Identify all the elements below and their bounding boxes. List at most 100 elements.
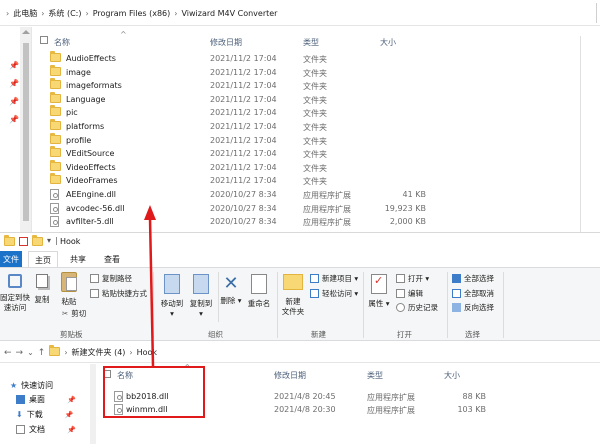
file-row[interactable]: profile 2021/11/2 17:04 文件夹 — [40, 132, 440, 149]
new-item-icon — [310, 274, 319, 283]
rename-icon — [251, 274, 267, 294]
file-row[interactable]: image 2021/11/2 17:04 文件夹 — [40, 64, 440, 81]
paste-shortcut-button[interactable]: 粘贴快捷方式 — [90, 288, 147, 299]
column-size[interactable]: 大小 — [444, 370, 460, 381]
easy-access-icon — [310, 289, 319, 298]
file-name: avfilter-5.dll — [66, 217, 114, 227]
edit-button[interactable]: 编辑 — [396, 288, 423, 299]
file-row[interactable]: AudioEffects 2021/11/2 17:04 文件夹 — [40, 51, 440, 67]
up-arrow-icon[interactable]: ↑ — [38, 348, 46, 358]
properties-button[interactable]: 属性 ▾ — [366, 274, 392, 309]
copy-to-icon — [193, 274, 209, 294]
divider — [580, 36, 581, 232]
file-name: AudioEffects — [66, 54, 116, 63]
column-date[interactable]: 修改日期 — [274, 370, 306, 381]
file-row[interactable]: winmm.dll 2021/4/8 20:30 应用程序扩展 103 KB — [0, 404, 600, 418]
new-item-label: 新建项目 ▾ — [322, 274, 359, 283]
nav-quick-access[interactable]: ★ 快速访问 — [10, 380, 53, 391]
nav-documents[interactable]: 文档 📌 — [16, 424, 76, 435]
file-row[interactable]: VideoEffects 2021/11/2 17:04 文件夹 — [40, 159, 440, 176]
file-row[interactable]: avfilter-5.dll 2020/10/27 8:34 应用程序扩展 2,000… — [40, 216, 440, 230]
invert-selection-button[interactable]: 反向选择 — [452, 302, 494, 313]
breadcrumb-program-files[interactable]: Program Files (x86) — [93, 9, 171, 18]
file-name: VideoFrames — [66, 176, 118, 186]
file-row[interactable]: VideoFrames 2021/11/2 17:04 文件夹 — [40, 173, 440, 189]
tab-home[interactable]: 主页 — [28, 251, 58, 267]
easy-access-button[interactable]: 轻松访问 ▾ — [310, 288, 358, 299]
quick-access-dropdown-icon[interactable]: ▾ — [47, 236, 51, 245]
breadcrumb-new-folder[interactable]: 新建文件夹 (4) — [72, 347, 126, 358]
file-row[interactable]: pic 2021/11/2 17:04 文件夹 — [40, 105, 440, 121]
pin-quick-access-label: 固定到快 速访问 — [0, 293, 30, 312]
delete-x-icon: ✕ — [223, 273, 239, 294]
file-row[interactable]: platforms 2021/11/2 17:04 文件夹 — [40, 119, 440, 135]
file-row[interactable]: imageformats 2021/11/2 17:04 文件夹 — [40, 78, 440, 94]
address-bar[interactable]: ← → ⌄ ↑ › 新建文件夹 (4) › Hook — [0, 341, 600, 363]
address-bar[interactable]: › 此电脑 › 系统 (C:) › Program Files (x86) › … — [0, 0, 600, 26]
folder-icon — [50, 173, 61, 186]
breadcrumb-viwizard[interactable]: Viwizard M4V Converter — [181, 9, 277, 18]
history-button[interactable]: 历史记录 — [396, 302, 438, 313]
invert-selection-icon — [452, 303, 461, 312]
tab-share[interactable]: 共享 — [66, 251, 90, 267]
address-bar-edge — [596, 3, 600, 23]
file-type: 文件夹 — [303, 109, 327, 119]
tab-view[interactable]: 查看 — [100, 251, 124, 267]
chevron-right-icon: › — [85, 9, 89, 18]
file-date: 2021/11/2 17:04 — [210, 135, 277, 145]
file-row[interactable]: avcodec-56.dll 2020/10/27 8:34 应用程序扩展 19,92… — [40, 202, 440, 217]
breadcrumb-this-pc[interactable]: 此电脑 — [13, 8, 37, 19]
pin-icon: 📌 — [9, 97, 19, 106]
file-type: 文件夹 — [303, 82, 327, 92]
navigation-pane: 📌 📌 📌 📌 — [0, 27, 20, 232]
scrollbar-thumb[interactable] — [23, 43, 29, 221]
new-folder-icon[interactable] — [32, 235, 43, 248]
file-name: VEditSource — [66, 149, 115, 159]
forward-arrow-icon[interactable]: → — [16, 348, 24, 358]
new-folder-button[interactable]: 新建 文件夹 — [280, 274, 306, 317]
file-row[interactable]: bb2018.dll 2021/4/8 20:45 应用程序扩展 88 KB — [0, 391, 600, 405]
file-type: 文件夹 — [303, 150, 327, 160]
pin-quick-access-button[interactable]: 固定到快 速访问 — [0, 274, 30, 313]
file-row[interactable]: Language 2021/11/2 17:04 文件夹 — [40, 91, 440, 108]
folder-icon — [50, 51, 61, 64]
rename-button[interactable]: 重命名 — [246, 274, 272, 309]
delete-label: 删除 ▾ — [220, 296, 242, 305]
breadcrumb-hook[interactable]: Hook — [137, 348, 157, 357]
scroll-up-arrow-icon[interactable] — [22, 30, 30, 34]
select-none-button[interactable]: 全部取消 — [452, 288, 494, 299]
file-size: 19,923 KB — [384, 203, 426, 213]
copy-button[interactable]: 复制 — [32, 274, 52, 305]
file-name: pic — [66, 108, 78, 118]
ribbon-divider — [218, 272, 219, 322]
select-all-button[interactable]: 全部选择 — [452, 273, 494, 284]
properties-label: 属性 ▾ — [368, 299, 390, 308]
folder-icon — [50, 78, 61, 91]
file-size: 41 KB — [402, 190, 426, 199]
file-name: Language — [66, 94, 106, 104]
file-type: 应用程序扩展 — [303, 204, 351, 214]
folder-icon — [4, 235, 15, 248]
paste-button[interactable]: 粘贴 — [58, 272, 80, 307]
copy-icon — [36, 274, 48, 288]
tab-file[interactable]: 文件 — [0, 251, 22, 267]
dropdown-icon[interactable]: ⌄ — [27, 348, 34, 357]
nav-scrollbar[interactable] — [20, 27, 32, 232]
file-type: 文件夹 — [303, 68, 327, 78]
file-date: 2021/11/2 17:04 — [210, 149, 277, 159]
column-type[interactable]: 类型 — [367, 370, 383, 381]
copy-path-button[interactable]: 复制路径 — [90, 273, 132, 284]
copy-to-button[interactable]: 复制到 ▾ — [187, 274, 215, 319]
delete-button[interactable]: ✕ 删除 ▾ — [220, 274, 242, 306]
new-item-button[interactable]: 新建项目 ▾ — [310, 273, 358, 284]
file-row[interactable]: VEditSource 2021/11/2 17:04 文件夹 — [40, 146, 440, 162]
open-button[interactable]: 打开 ▾ — [396, 273, 429, 284]
cut-button[interactable]: ✂ 剪切 — [62, 308, 86, 319]
file-row[interactable]: AEEngine.dll 2020/10/27 8:34 应用程序扩展 41 KB — [40, 189, 440, 203]
breadcrumb-system-c[interactable]: 系统 (C:) — [48, 8, 81, 19]
file-type: 文件夹 — [303, 55, 327, 64]
back-arrow-icon[interactable]: ← — [4, 348, 12, 358]
properties-icon[interactable] — [19, 237, 28, 248]
open-label: 打开 ▾ — [408, 274, 430, 283]
move-to-button[interactable]: 移动到 ▾ — [158, 274, 186, 319]
